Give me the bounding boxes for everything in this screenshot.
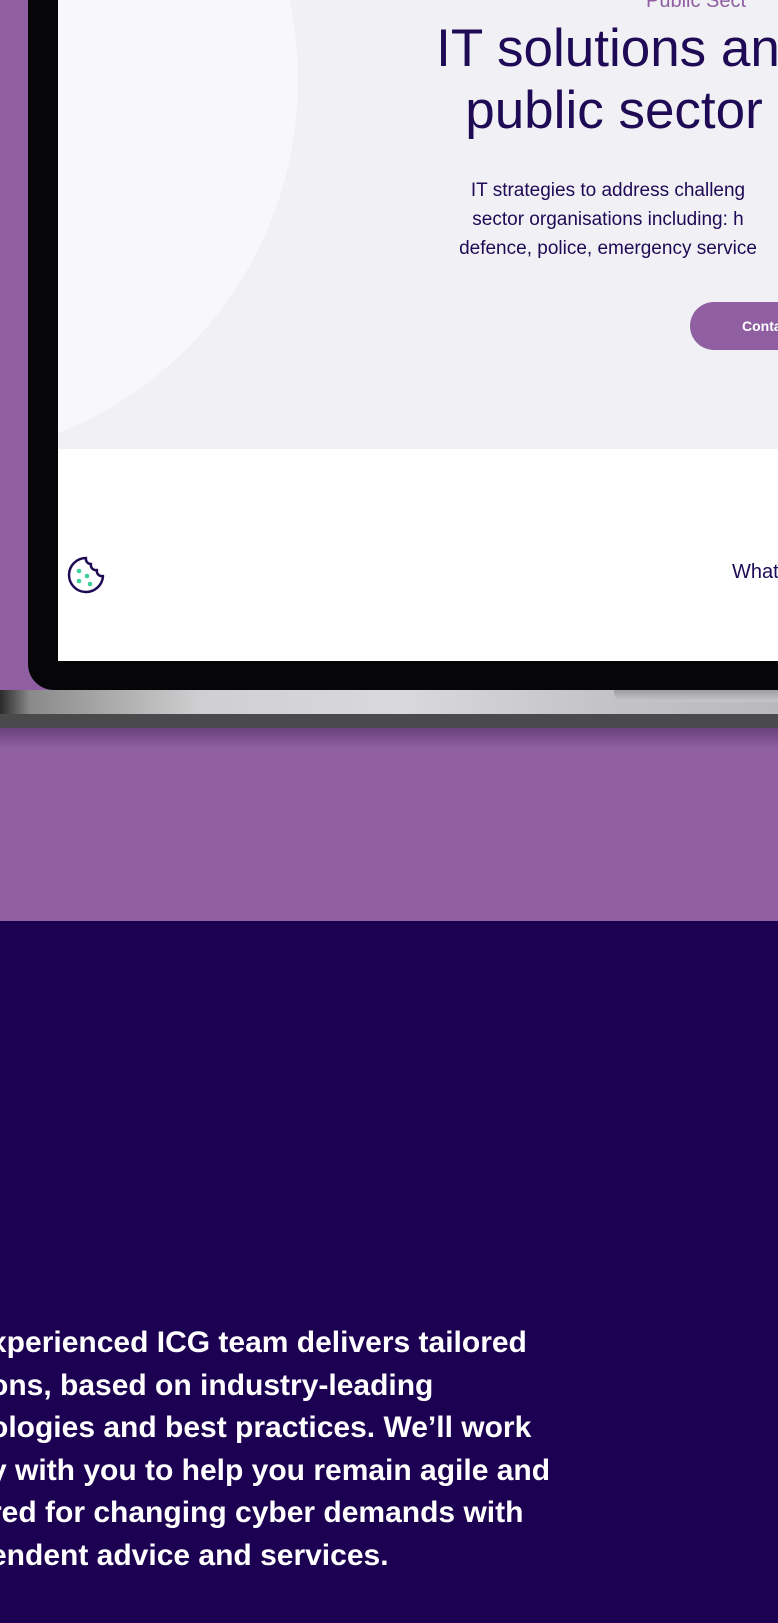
- device-mockup-section: Public Sect IT solutions an public secto…: [0, 0, 778, 921]
- hero-title-line-1: IT solutions an: [436, 19, 778, 78]
- about-line: xperienced ICG team delivers tailored: [0, 1326, 527, 1359]
- hero-title: IT solutions an public sector: [428, 18, 778, 142]
- hero-subtitle-line: sector organisations including: h: [472, 209, 744, 230]
- hero-section: Public Sect IT solutions an public secto…: [58, 0, 778, 449]
- cookie-icon: [67, 556, 105, 594]
- about-line: red for changing cyber demands with: [0, 1496, 524, 1529]
- cookie-settings-button[interactable]: [66, 555, 106, 595]
- hero-title-line-2: public sector: [465, 81, 763, 140]
- hero-subtitle-line: defence, police, emergency service: [459, 238, 757, 259]
- about-line: ons, based on industry-leading: [0, 1368, 434, 1402]
- hero-eyebrow: Public Sect: [646, 0, 747, 12]
- hero-subtitle: IT strategies to address challeng sector…: [428, 176, 778, 263]
- about-line: y with you to help you remain agile and: [0, 1453, 551, 1487]
- nav-item-what[interactable]: What: [732, 561, 778, 584]
- decorative-arc: [58, 0, 298, 449]
- laptop-foot: [0, 714, 778, 728]
- contact-button[interactable]: Conta: [690, 302, 778, 350]
- laptop-notch: [614, 690, 778, 702]
- laptop-shadow: [0, 728, 778, 748]
- about-line: endent advice and services.: [0, 1538, 389, 1572]
- about-paragraph: xperienced ICG team delivers tailored on…: [0, 1322, 750, 1577]
- about-line: ologies and best practices. We’ll work: [0, 1411, 532, 1444]
- laptop-screen: Public Sect IT solutions an public secto…: [58, 0, 778, 661]
- hero-subtitle-line: IT strategies to address challeng: [470, 180, 746, 201]
